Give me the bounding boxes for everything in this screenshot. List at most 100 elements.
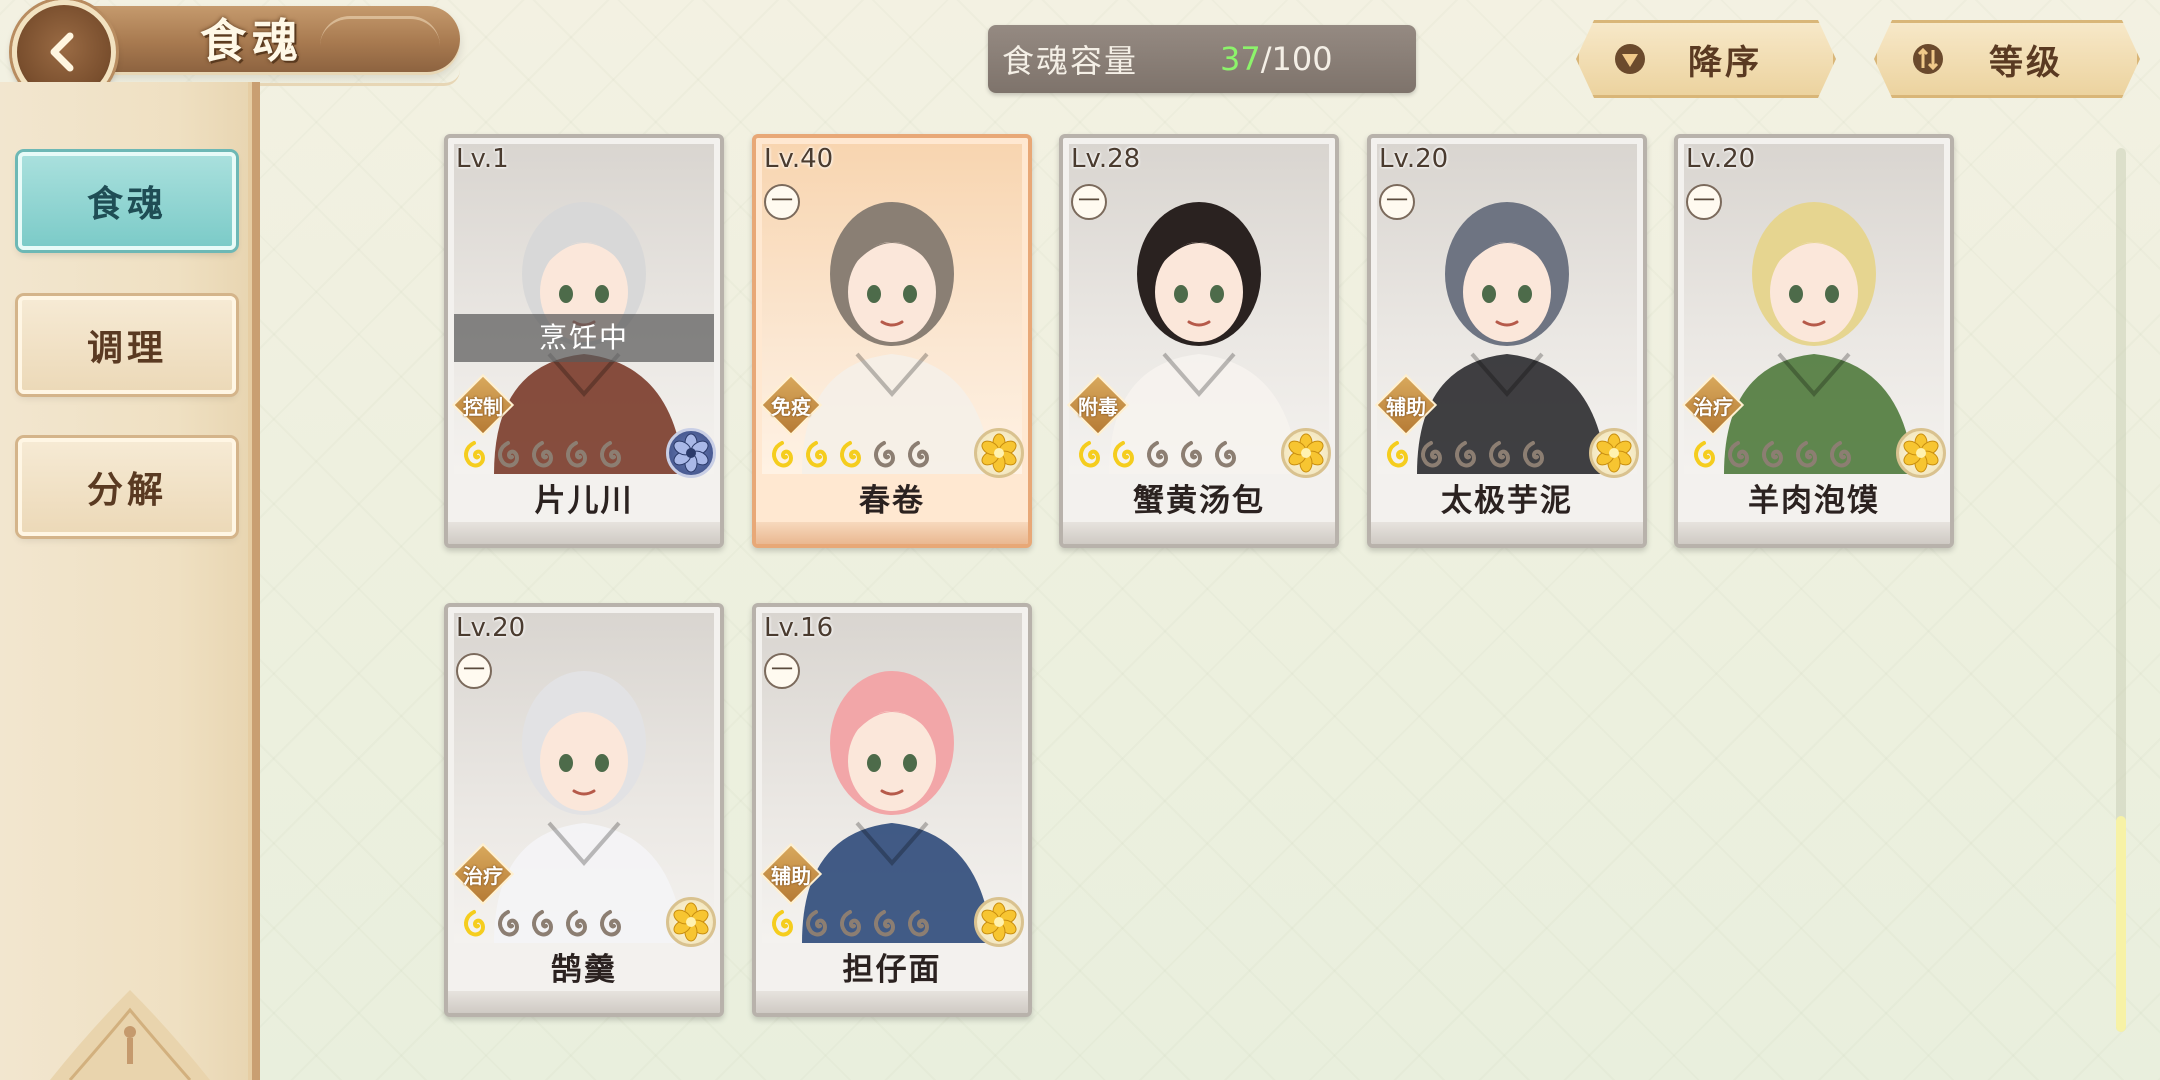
star-empty-icon xyxy=(600,441,621,468)
blue-flower-icon xyxy=(673,433,709,473)
star-empty-icon xyxy=(600,910,621,937)
capacity-count: 37/100 xyxy=(1220,40,1333,78)
card-grade-label: 一 xyxy=(1077,189,1100,214)
card-level: Lv.16 xyxy=(764,613,834,643)
capacity-indicator: 食魂容量 37/100 xyxy=(988,25,1416,93)
card-level: Lv.20 xyxy=(1379,144,1449,174)
card-star-rating xyxy=(458,903,626,945)
star-empty-icon xyxy=(1421,441,1442,468)
sidebar-item-shihun[interactable]: 食魂 xyxy=(18,152,236,250)
card-role-badge: 治疗 xyxy=(451,842,515,906)
card-level: Lv.28 xyxy=(1071,144,1141,174)
star-empty-icon xyxy=(566,910,587,937)
sort-order-button[interactable]: 降序 xyxy=(1576,20,1836,98)
sidebar-item-label: 分解 xyxy=(86,470,167,511)
card-element-badge xyxy=(1281,428,1331,478)
card-star-rating xyxy=(766,434,934,476)
gold-flower-icon xyxy=(673,902,709,942)
card-grade-badge: 一 xyxy=(764,653,800,689)
soul-card[interactable]: Lv.20 一 治疗 羊肉泡馍 xyxy=(1674,134,1954,548)
card-grade-badge: 一 xyxy=(764,184,800,220)
star-empty-icon xyxy=(498,910,519,937)
star-empty-icon xyxy=(908,910,929,937)
soul-card[interactable]: Lv.20 一 治疗 鹄羹 xyxy=(444,603,724,1017)
soul-card[interactable]: Lv.1 烹饪中 控制 片儿川 xyxy=(444,134,724,548)
gold-flower-icon xyxy=(981,902,1017,942)
page-title: 食魂 xyxy=(200,14,304,68)
card-name: 蟹黄汤包 xyxy=(1133,483,1265,519)
card-role-badge: 治疗 xyxy=(1681,373,1745,437)
sort-field-button[interactable]: 等级 xyxy=(1874,20,2140,98)
sidebar-item-label: 食魂 xyxy=(86,184,167,225)
card-name: 太极芋泥 xyxy=(1441,483,1573,519)
star-filled-icon xyxy=(1387,441,1408,468)
sort-order-label: 降序 xyxy=(1688,42,1762,83)
star-empty-icon xyxy=(908,441,929,468)
card-role-label: 辅助 xyxy=(1386,394,1426,419)
card-star-rating xyxy=(1688,434,1856,476)
card-role-label: 辅助 xyxy=(771,863,811,888)
card-footer xyxy=(1678,522,1950,544)
card-star-rating xyxy=(1381,434,1549,476)
card-grade-label: 一 xyxy=(770,189,793,214)
card-name: 春卷 xyxy=(859,483,925,519)
scrollbar[interactable] xyxy=(2116,148,2126,1032)
card-grade-badge: 一 xyxy=(1686,184,1722,220)
star-filled-icon xyxy=(772,441,793,468)
scrollbar-thumb[interactable] xyxy=(2116,816,2126,1032)
capacity-current: 37 xyxy=(1220,40,1261,78)
sort-arrows-icon xyxy=(1911,42,1945,76)
card-status-banner: 烹饪中 xyxy=(454,314,714,362)
card-level: Lv.1 xyxy=(456,144,509,174)
card-role-label: 治疗 xyxy=(463,863,503,888)
star-empty-icon xyxy=(1762,441,1783,468)
capacity-separator: / xyxy=(1260,40,1272,78)
gold-flower-icon xyxy=(1288,433,1324,473)
card-name: 羊肉泡馍 xyxy=(1748,483,1880,519)
star-empty-icon xyxy=(806,910,827,937)
card-grade-label: 一 xyxy=(1385,189,1408,214)
card-element-badge xyxy=(666,897,716,947)
card-element-badge xyxy=(1589,428,1639,478)
soul-card[interactable]: Lv.40 一 免疫 春卷 xyxy=(752,134,1032,548)
card-grade-badge: 一 xyxy=(456,653,492,689)
card-footer xyxy=(756,991,1028,1013)
card-role-badge: 辅助 xyxy=(1374,373,1438,437)
star-filled-icon xyxy=(1079,441,1100,468)
card-element-badge xyxy=(666,428,716,478)
star-empty-icon xyxy=(1181,441,1202,468)
capacity-label: 食魂容量 xyxy=(1002,42,1139,80)
star-empty-icon xyxy=(532,441,553,468)
sidebar-item-label: 调理 xyxy=(86,328,167,369)
card-level: Lv.20 xyxy=(456,613,526,643)
card-grade-label: 一 xyxy=(462,658,485,683)
sidebar-item-fenjie[interactable]: 分解 xyxy=(18,438,236,536)
star-empty-icon xyxy=(1455,441,1476,468)
card-grade-label: 一 xyxy=(770,658,793,683)
card-star-rating xyxy=(458,434,626,476)
soul-card[interactable]: Lv.28 一 附毒 蟹黄汤包 xyxy=(1059,134,1339,548)
card-grade-badge: 一 xyxy=(1379,184,1415,220)
gold-flower-icon xyxy=(1596,433,1632,473)
sidebar-item-tiaoli[interactable]: 调理 xyxy=(18,296,236,394)
soul-card[interactable]: Lv.16 一 辅助 担仔面 xyxy=(752,603,1032,1017)
card-role-badge: 辅助 xyxy=(759,842,823,906)
star-empty-icon xyxy=(1830,441,1851,468)
star-empty-icon xyxy=(1796,441,1817,468)
star-empty-icon xyxy=(1489,441,1510,468)
star-empty-icon xyxy=(566,441,587,468)
soul-card[interactable]: Lv.20 一 辅助 太极芋泥 xyxy=(1367,134,1647,548)
card-element-badge xyxy=(1896,428,1946,478)
card-star-rating xyxy=(766,903,934,945)
card-footer xyxy=(1063,522,1335,544)
card-grade-label: 一 xyxy=(1692,189,1715,214)
star-empty-icon xyxy=(1215,441,1236,468)
card-role-badge: 免疫 xyxy=(759,373,823,437)
card-role-badge: 控制 xyxy=(451,373,515,437)
capacity-max: 100 xyxy=(1271,40,1333,78)
star-filled-icon xyxy=(772,910,793,937)
card-role-label: 免疫 xyxy=(771,394,811,419)
star-empty-icon xyxy=(874,910,895,937)
star-empty-icon xyxy=(498,441,519,468)
card-name: 片儿川 xyxy=(534,483,634,519)
